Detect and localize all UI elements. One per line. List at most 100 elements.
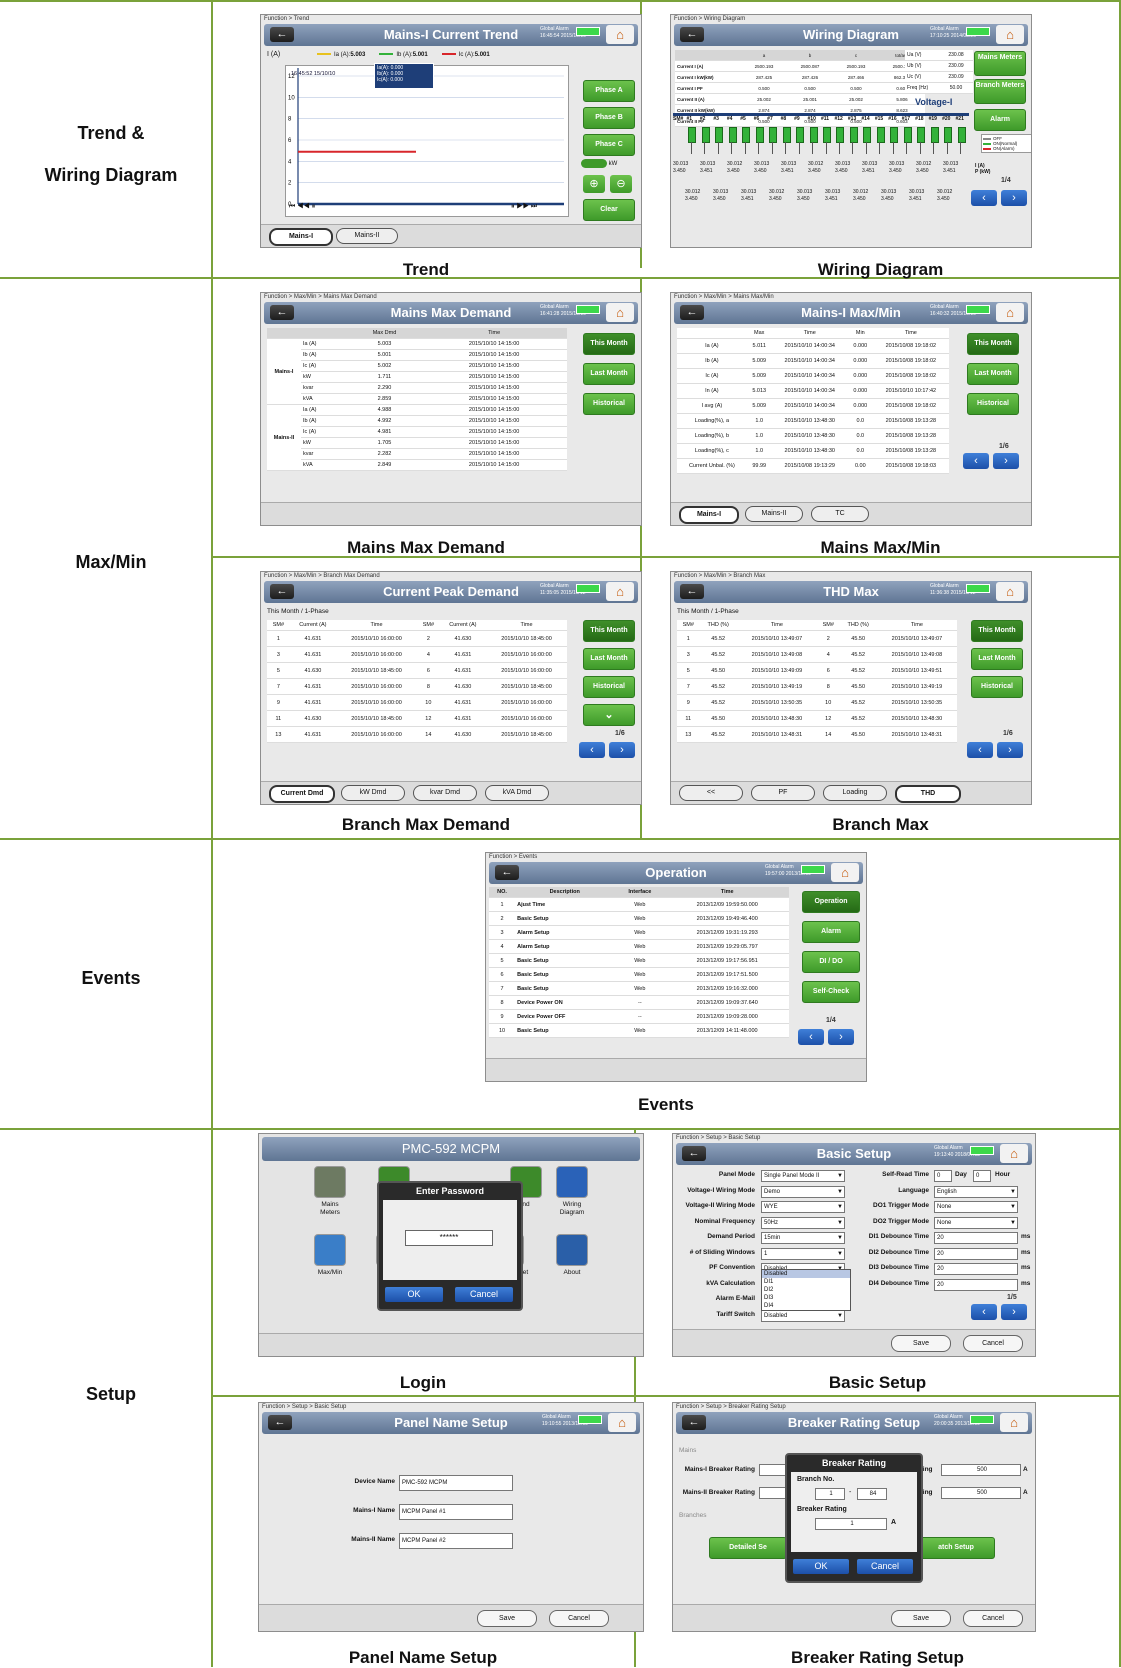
save-button[interactable]: Save xyxy=(477,1610,537,1627)
last-month-button[interactable]: Last Month xyxy=(583,363,635,385)
expand-down-button[interactable]: ⌄ xyxy=(583,704,635,726)
phase-b-button[interactable]: Phase B xyxy=(583,107,635,129)
breaker-switch-icon[interactable] xyxy=(836,127,845,143)
dropdown-option[interactable]: Disabled xyxy=(762,1270,850,1278)
setting-select[interactable]: 20 xyxy=(934,1247,1018,1260)
breaker-switch-icon[interactable] xyxy=(903,127,912,143)
breaker-switch-icon[interactable] xyxy=(930,127,939,143)
clear-button[interactable]: Clear xyxy=(583,199,635,221)
dropdown-option[interactable]: DI4 xyxy=(762,1302,850,1310)
last-month-button[interactable]: Last Month xyxy=(971,648,1023,670)
batch-setup-button[interactable]: atch Setup xyxy=(917,1537,995,1559)
breaker-switch-icon[interactable] xyxy=(688,127,697,143)
setting-select[interactable]: Single Panel Mode II ▼ xyxy=(761,1170,845,1182)
operation-button[interactable]: Operation xyxy=(802,891,860,913)
tab-kva-dmd[interactable]: kVA Dmd xyxy=(485,785,549,801)
global-alarm-indicator[interactable]: Global Alarm 11:35:05 2015/10/12 xyxy=(540,583,600,600)
branch-meters-button[interactable]: Branch Meters xyxy=(974,79,1026,104)
mains-ii-name-input[interactable]: MCPM Panel #2 xyxy=(399,1533,513,1549)
tab-mains-i[interactable]: Mains-I xyxy=(269,228,333,246)
tab-mains-ii[interactable]: Mains-II xyxy=(745,506,803,522)
breaker-switch-icon[interactable] xyxy=(728,127,737,143)
dropdown-option[interactable]: DI1 xyxy=(762,1278,850,1286)
table-row[interactable]: 2 Basic Setup Web 2013/12/09 19:49:46.400 xyxy=(489,911,789,926)
home-icon[interactable]: ⌂ xyxy=(831,863,859,882)
setting-select[interactable]: None ▼ xyxy=(934,1216,1018,1229)
next-page-button[interactable]: › xyxy=(609,742,635,758)
rating-input-right-1[interactable]: 500 xyxy=(941,1464,1021,1476)
setting-select[interactable]: 50Hz ▼ xyxy=(761,1216,845,1229)
breaker-switch-icon[interactable] xyxy=(742,127,751,143)
tab-mains-ii[interactable]: Mains-II xyxy=(336,228,398,244)
historical-button[interactable]: Historical xyxy=(583,393,635,415)
tab-current-dmd[interactable]: Current Dmd xyxy=(269,785,335,803)
setting-select[interactable]: 20 xyxy=(934,1232,1018,1244)
table-row[interactable]: 10 Basic Setup Web 2013/12/09 14:11:48.000 xyxy=(489,1023,789,1038)
breaker-switch-icon[interactable] xyxy=(755,127,764,143)
tab-tc[interactable]: TC xyxy=(811,506,869,522)
prev-page-button[interactable]: ‹ xyxy=(971,1304,997,1320)
home-icon[interactable]: ⌂ xyxy=(606,303,634,322)
save-button[interactable]: Save xyxy=(891,1610,951,1627)
global-alarm-indicator[interactable]: Global Alarm 16:41:28 2015/10/10 xyxy=(540,304,600,321)
breaker-switch-icon[interactable] xyxy=(809,127,818,143)
tab-back[interactable]: << xyxy=(679,785,743,801)
breaker-switch-icon[interactable] xyxy=(957,127,966,143)
global-alarm-indicator[interactable]: Global Alarm 16:45:54 2015/10/10 xyxy=(540,26,600,43)
save-button[interactable]: Save xyxy=(891,1335,951,1352)
breaker-switch-icon[interactable] xyxy=(890,127,899,143)
breaker-switch-icon[interactable] xyxy=(715,127,724,143)
zoom-in-icon[interactable]: ⊕ xyxy=(583,175,605,193)
dropdown-option[interactable]: DI3 xyxy=(762,1294,850,1302)
ok-button[interactable]: OK xyxy=(793,1559,849,1574)
breaker-switch-icon[interactable] xyxy=(782,127,791,143)
branch-from-input[interactable]: 1 xyxy=(815,1488,845,1500)
about-menu-item[interactable]: About xyxy=(545,1234,599,1277)
setting-select[interactable]: Disabled ▼ xyxy=(761,1309,845,1322)
tab-loading[interactable]: Loading xyxy=(823,785,887,801)
self-read-hour-input[interactable]: 0 xyxy=(973,1170,991,1182)
di-do-button[interactable]: DI / DO xyxy=(802,951,860,973)
cancel-button-2[interactable]: Cancel xyxy=(963,1610,1023,1627)
cancel-button[interactable]: Cancel xyxy=(963,1335,1023,1352)
home-icon[interactable]: ⌂ xyxy=(606,582,634,601)
phase-c-button[interactable]: Phase C xyxy=(583,134,635,156)
last-month-button[interactable]: Last Month xyxy=(967,363,1019,385)
historical-button[interactable]: Historical xyxy=(583,676,635,698)
detailed-setup-button[interactable]: Detailed Se xyxy=(709,1537,787,1559)
global-alarm-indicator[interactable]: Global Alarm 11:36:38 2015/10/12 xyxy=(930,583,990,600)
branch-to-input[interactable]: 84 xyxy=(857,1488,887,1500)
phase-a-button[interactable]: Phase A xyxy=(583,80,635,102)
this-month-button[interactable]: This Month xyxy=(583,333,635,355)
table-row[interactable]: 9 Device Power OFF -- 2013/12/09 19:09:28.0… xyxy=(489,1009,789,1024)
tab-mains-i[interactable]: Mains-I xyxy=(679,506,739,524)
this-month-button[interactable]: This Month xyxy=(971,620,1023,642)
prev-page-button[interactable]: ‹ xyxy=(798,1029,824,1045)
table-row[interactable]: 5 Basic Setup Web 2013/12/09 19:17:56.951 xyxy=(489,953,789,968)
global-alarm-indicator[interactable]: Global Alarm 19:10:55 2013/12/09 xyxy=(542,1414,602,1431)
home-icon[interactable]: ⌂ xyxy=(996,25,1024,44)
next-page-button[interactable]: › xyxy=(828,1029,854,1045)
home-icon[interactable]: ⌂ xyxy=(996,303,1024,322)
tab-kvar-dmd[interactable]: kvar Dmd xyxy=(413,785,477,801)
cancel-button[interactable]: Cancel xyxy=(455,1287,513,1302)
prev-page-button[interactable]: ‹ xyxy=(963,453,989,469)
alarm-button[interactable]: Alarm xyxy=(974,109,1026,131)
breaker-switch-icon[interactable] xyxy=(849,127,858,143)
table-row[interactable]: 4 Alarm Setup Web 2013/12/09 19:29:05.797 xyxy=(489,939,789,954)
setting-select[interactable]: None ▼ xyxy=(934,1201,1018,1213)
max-min-menu-item[interactable]: Max/Min xyxy=(303,1234,357,1277)
next-page-button[interactable]: › xyxy=(997,742,1023,758)
setting-select[interactable]: 1 ▼ xyxy=(761,1247,845,1260)
table-row[interactable]: 1 Ajust Time Web 2013/12/09 19:59:50.000 xyxy=(489,897,789,912)
dropdown-option[interactable]: DI2 xyxy=(762,1286,850,1294)
home-icon[interactable]: ⌂ xyxy=(608,1413,636,1432)
mains-meters-button[interactable]: Mains Meters xyxy=(974,51,1026,76)
historical-button[interactable]: Historical xyxy=(971,676,1023,698)
home-icon[interactable]: ⌂ xyxy=(606,25,634,44)
device-name-input[interactable]: PMC-592 MCPM xyxy=(399,1475,513,1491)
breaker-switch-icon[interactable] xyxy=(876,127,885,143)
table-row[interactable]: 6 Basic Setup Web 2013/12/09 19:17:51.500 xyxy=(489,967,789,982)
global-alarm-indicator[interactable]: Global Alarm 17:10:25 2014/03/26 xyxy=(930,26,990,43)
pause-button-left[interactable]: ⏸ xyxy=(312,203,316,210)
